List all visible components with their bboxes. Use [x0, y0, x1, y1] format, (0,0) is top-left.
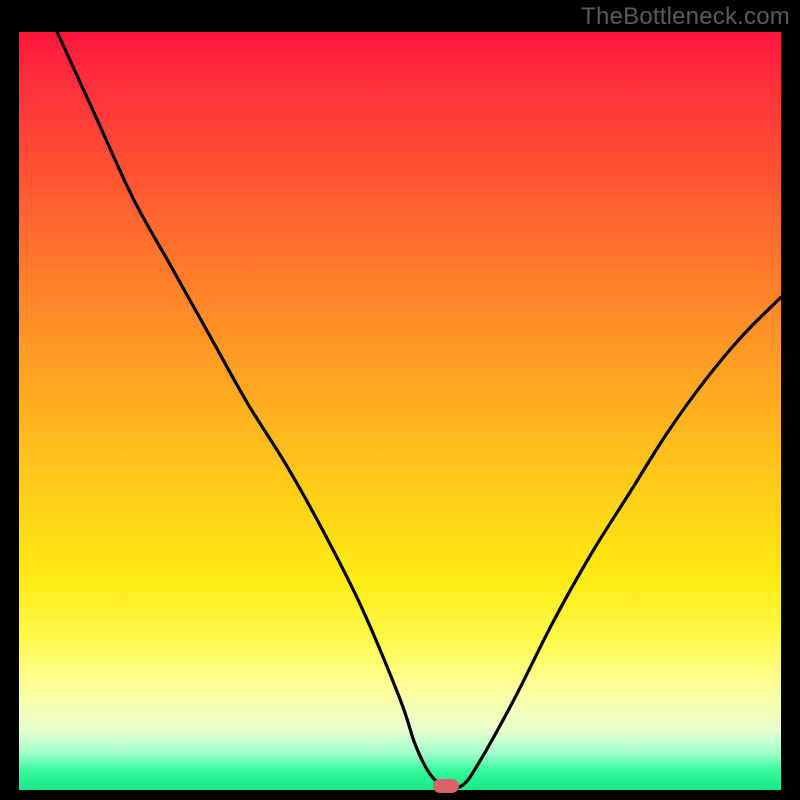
plot-area [19, 32, 781, 790]
curve-svg [19, 32, 781, 790]
bottleneck-curve-path [57, 32, 781, 788]
optimum-marker [433, 779, 459, 793]
chart-stage: TheBottleneck.com [0, 0, 800, 800]
watermark-text: TheBottleneck.com [581, 3, 790, 31]
